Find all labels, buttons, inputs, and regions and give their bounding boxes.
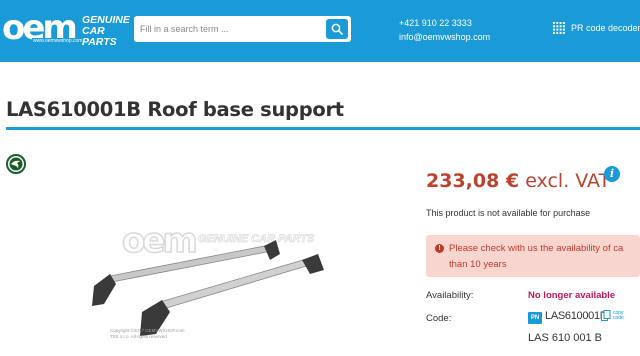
watermark-tagline: GENUINE CAR PARTS bbox=[198, 233, 315, 245]
image-copyright-2: TEE s.r.o. All rights reserved bbox=[110, 334, 167, 339]
unavailable-note: This product is not available for purcha… bbox=[426, 208, 591, 218]
logo-tagline: GENUINE CAR PARTS bbox=[82, 15, 132, 48]
part-code-formatted: LAS 610 001 B bbox=[528, 332, 603, 344]
phone-link[interactable]: +421 910 22 3333 bbox=[399, 16, 490, 30]
copy-icon bbox=[601, 310, 611, 321]
part-code: LAS610001B bbox=[545, 310, 607, 322]
search-icon bbox=[331, 23, 343, 35]
price-amount: 233,08 € bbox=[426, 170, 520, 192]
copy-code-label-2: code bbox=[613, 314, 624, 321]
search-button[interactable] bbox=[326, 19, 348, 39]
availability-value: No longer available bbox=[528, 290, 616, 301]
price-suffix: excl. VAT bbox=[525, 170, 611, 192]
skoda-logo-icon[interactable] bbox=[6, 154, 26, 174]
search-box bbox=[134, 16, 351, 42]
page-title: LAS610001B Roof base support bbox=[6, 98, 344, 121]
copy-code-label: copy code bbox=[613, 310, 624, 321]
product-image[interactable]: oem GENUINE CAR PARTS Copyright ©2017 OE… bbox=[80, 214, 350, 356]
email-link[interactable]: info@oemvwshop.com bbox=[399, 30, 490, 44]
search-input[interactable] bbox=[134, 16, 324, 42]
pr-code-label: PR code decoder bbox=[571, 23, 640, 33]
availability-label: Availability: bbox=[426, 290, 474, 301]
code-label: Code: bbox=[426, 313, 452, 324]
grid-icon bbox=[553, 22, 565, 34]
part-number-badge: PN bbox=[528, 312, 542, 324]
product-price: 233,08 € excl. VAT bbox=[426, 170, 610, 192]
svg-text:oem: oem bbox=[122, 221, 195, 261]
alert-line-1: Please check with us the availability of… bbox=[449, 243, 624, 254]
copy-code-button[interactable]: copy code bbox=[601, 310, 624, 321]
info-icon[interactable]: i bbox=[604, 166, 620, 182]
site-header: oem www.oemvwshop.com GENUINE CAR PARTS … bbox=[0, 0, 640, 62]
alert-text: Please check with us the availability of… bbox=[449, 241, 640, 273]
alert-icon: ! bbox=[435, 244, 444, 253]
alert-line-2: than 10 years bbox=[449, 259, 507, 270]
logo-domain: www.oemvwshop.com bbox=[32, 38, 84, 44]
image-copyright-1: Copyright ©2017 OEMVWSHOP.com bbox=[110, 327, 185, 333]
logo-tagline-line-2: CAR PARTS bbox=[82, 25, 117, 48]
availability-alert: ! Please check with us the availability … bbox=[426, 235, 640, 277]
contact-info: +421 910 22 3333 info@oemvwshop.com bbox=[399, 16, 490, 44]
title-divider bbox=[6, 127, 640, 130]
pr-code-decoder-link[interactable]: PR code decoder bbox=[553, 22, 640, 34]
site-logo[interactable]: oem www.oemvwshop.com GENUINE CAR PARTS bbox=[2, 8, 132, 50]
